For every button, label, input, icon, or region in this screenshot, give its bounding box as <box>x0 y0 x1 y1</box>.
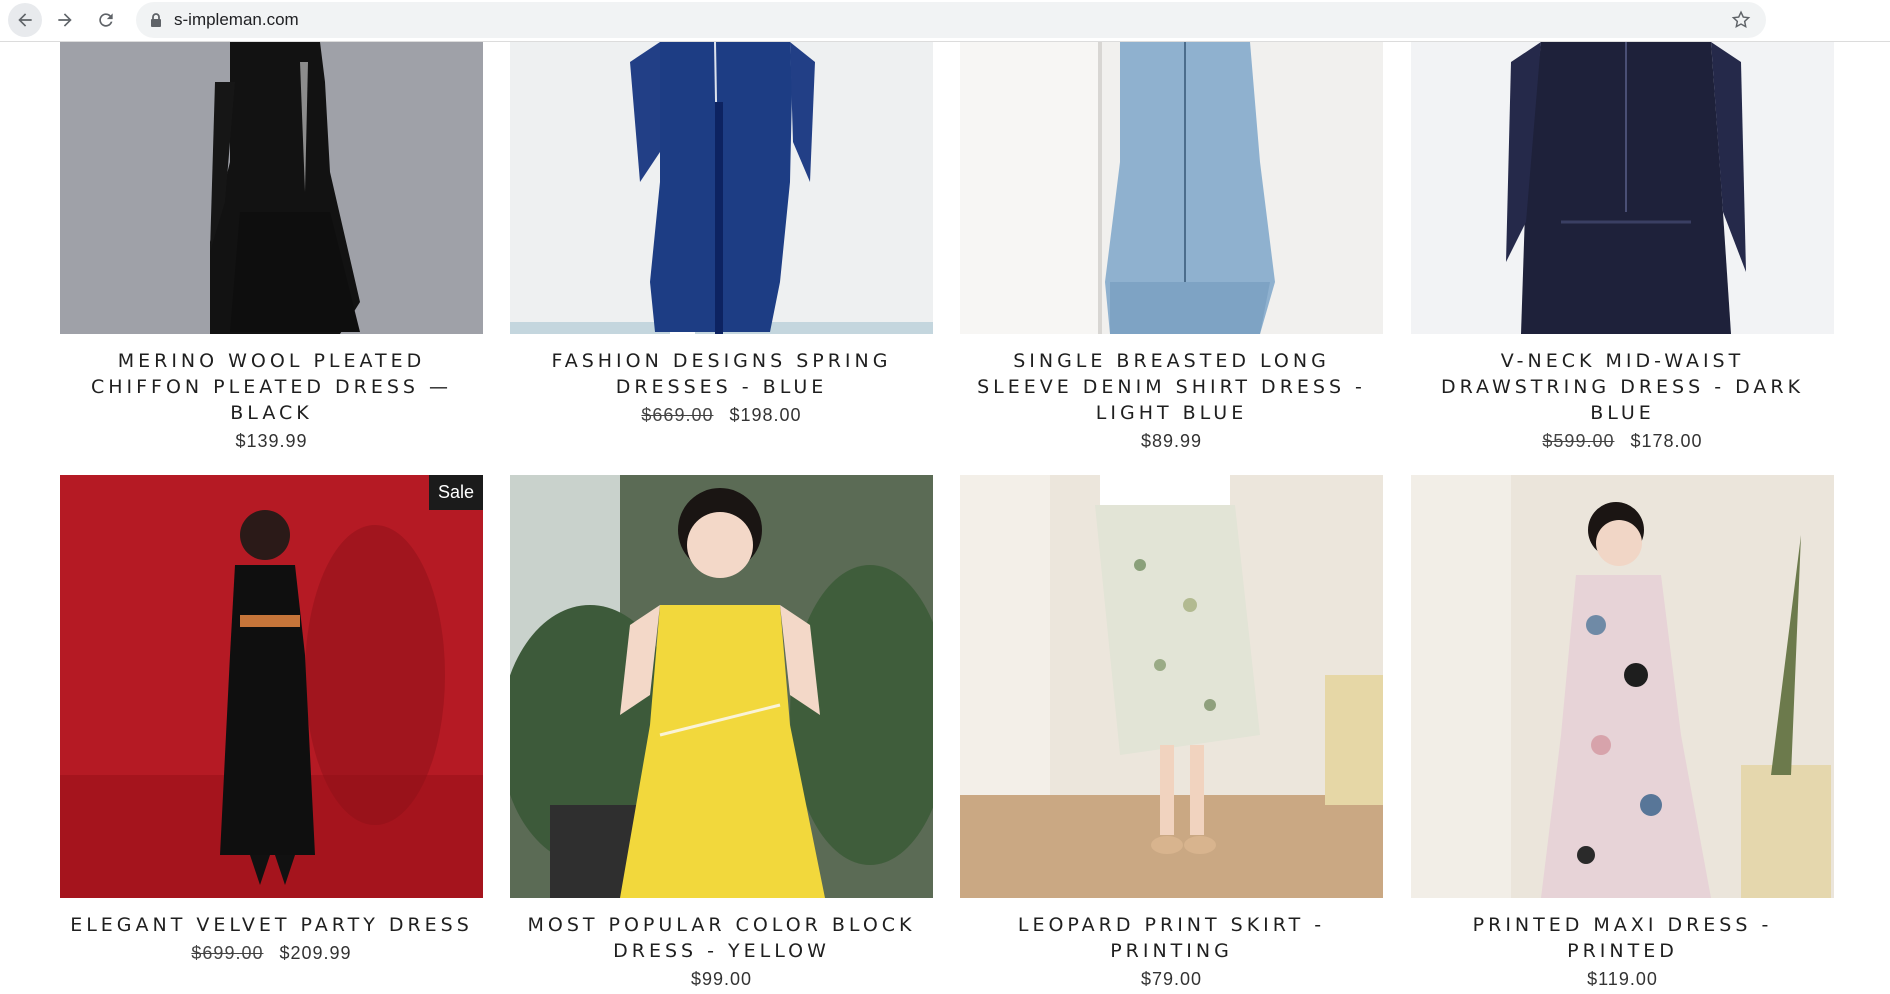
product-price-row: $89.99 <box>960 431 1383 452</box>
product-price: $99.00 <box>690 969 753 989</box>
product-title[interactable]: ELEGANT VELVET PARTY DRESS <box>60 912 483 938</box>
reload-button[interactable] <box>89 3 123 37</box>
product-title[interactable]: PRINTED MAXI DRESS - PRINTED <box>1411 912 1834 964</box>
product-price: $79.00 <box>1140 969 1203 989</box>
lock-icon <box>151 13 161 27</box>
product-title[interactable]: MOST POPULAR COLOR BLOCK DRESS - YELLOW <box>510 912 933 964</box>
product-price-row: $699.00 $209.99 <box>60 943 483 964</box>
product-image[interactable] <box>510 42 933 334</box>
product-card[interactable]: SINGLE BREASTED LONG SLEEVE DENIM SHIRT … <box>960 42 1383 452</box>
product-old-price: $699.00 <box>191 943 264 963</box>
product-price: $209.99 <box>279 943 352 963</box>
product-image[interactable] <box>960 475 1383 898</box>
arrow-right-icon <box>58 13 72 27</box>
product-image[interactable] <box>510 475 933 898</box>
product-image[interactable]: Sale <box>60 475 483 898</box>
reload-icon <box>99 13 113 27</box>
sale-badge: Sale <box>429 475 483 510</box>
star-icon[interactable] <box>1730 9 1752 31</box>
product-price-row: $99.00 <box>510 969 933 990</box>
product-price: $139.99 <box>235 431 308 451</box>
product-price: $89.99 <box>1140 431 1203 451</box>
browser-toolbar: s-impleman.com <box>0 0 1890 42</box>
product-title[interactable]: FASHION DESIGNS SPRING DRESSES - BLUE <box>510 348 933 400</box>
address-bar[interactable]: s-impleman.com <box>136 2 1766 38</box>
product-card[interactable]: Sale ELEGANT VELVET PARTY DRESS $699.00 … <box>60 475 483 964</box>
product-price-row: $669.00 $198.00 <box>510 405 933 426</box>
product-card[interactable]: MOST POPULAR COLOR BLOCK DRESS - YELLOW … <box>510 475 933 990</box>
back-button[interactable] <box>8 3 42 37</box>
product-grid: MERINO WOOL PLEATED CHIFFON PLEATED DRES… <box>0 42 1890 994</box>
product-image[interactable] <box>60 42 483 334</box>
product-card[interactable]: PRINTED MAXI DRESS - PRINTED $119.00 <box>1411 475 1834 990</box>
product-price-row: $139.99 <box>60 431 483 452</box>
product-image[interactable] <box>960 42 1383 334</box>
product-image[interactable] <box>1411 42 1834 334</box>
product-card[interactable]: LEOPARD PRINT SKIRT - PRINTING $79.00 <box>960 475 1383 990</box>
forward-button[interactable] <box>48 3 82 37</box>
product-title[interactable]: MERINO WOOL PLEATED CHIFFON PLEATED DRES… <box>60 348 483 426</box>
product-price: $198.00 <box>729 405 802 425</box>
product-price: $119.00 <box>1587 969 1658 989</box>
product-price-row: $119.00 <box>1411 969 1834 990</box>
product-image[interactable] <box>1411 475 1834 898</box>
product-price-row: $599.00 $178.00 <box>1411 431 1834 452</box>
product-card[interactable]: FASHION DESIGNS SPRING DRESSES - BLUE $6… <box>510 42 933 426</box>
product-title[interactable]: V-NECK MID-WAIST DRAWSTRING DRESS - DARK… <box>1411 348 1834 426</box>
url-text: s-impleman.com <box>174 10 299 29</box>
product-card[interactable]: V-NECK MID-WAIST DRAWSTRING DRESS - DARK… <box>1411 42 1834 452</box>
product-title[interactable]: SINGLE BREASTED LONG SLEEVE DENIM SHIRT … <box>960 348 1383 426</box>
arrow-left-icon <box>18 13 32 27</box>
product-old-price: $669.00 <box>641 405 714 425</box>
product-title[interactable]: LEOPARD PRINT SKIRT - PRINTING <box>960 912 1383 964</box>
product-old-price: $599.00 <box>1542 431 1615 451</box>
product-price-row: $79.00 <box>960 969 1383 990</box>
product-price: $178.00 <box>1630 431 1703 451</box>
product-card[interactable]: MERINO WOOL PLEATED CHIFFON PLEATED DRES… <box>60 42 483 452</box>
